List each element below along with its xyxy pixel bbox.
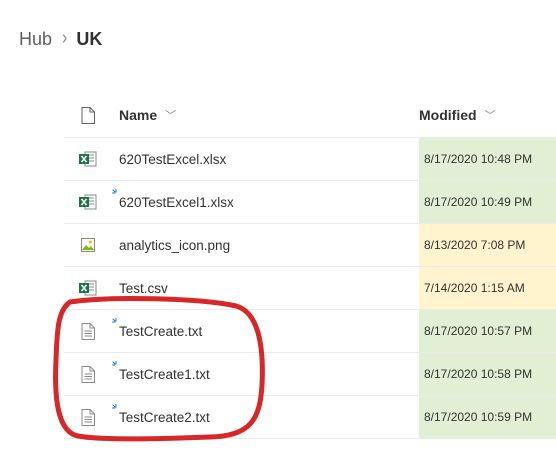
table-row[interactable]: analytics_icon.png 8/13/2020 7:08 PM xyxy=(64,224,556,267)
table-row[interactable]: 620TestExcel1.xlsx 8/17/2020 10:49 PM xyxy=(64,181,556,224)
image-icon xyxy=(78,224,98,266)
modified-date-cell: 8/13/2020 7:08 PM xyxy=(419,224,556,266)
new-item-indicator-icon xyxy=(112,360,117,365)
file-name-link[interactable]: Test.csv xyxy=(119,281,168,296)
excel-icon xyxy=(78,181,98,223)
table-row[interactable]: TestCreate1.txt 8/17/2020 10:58 PM xyxy=(64,353,556,396)
modified-column-label: Modified xyxy=(419,107,477,123)
modified-date-cell: 8/17/2020 10:59 PM xyxy=(419,396,556,438)
chevron-down-icon: ﹀ xyxy=(165,110,177,122)
file-name-link[interactable]: 620TestExcel.xlsx xyxy=(119,152,226,167)
breadcrumb-current: UK xyxy=(76,28,103,49)
excel-icon xyxy=(78,138,98,180)
file-name-link[interactable]: analytics_icon.png xyxy=(119,238,230,253)
excel-icon xyxy=(78,267,98,309)
document-icon xyxy=(81,106,95,124)
list-header: Name ﹀ Modified ﹀ xyxy=(64,93,556,138)
file-list: Name ﹀ Modified ﹀ 620TestExcel.xlsx 8/17/… xyxy=(64,93,556,439)
table-row[interactable]: TestCreate2.txt 8/17/2020 10:59 PM xyxy=(64,396,556,439)
breadcrumb-parent-link[interactable]: Hub xyxy=(19,29,52,50)
file-name-cell: Test.csv xyxy=(119,267,168,309)
file-name-cell: TestCreate.txt xyxy=(112,310,202,352)
new-item-indicator-icon xyxy=(112,317,117,322)
file-rows: 620TestExcel.xlsx 8/17/2020 10:48 PM 620Te… xyxy=(64,138,556,439)
breadcrumb: Hub › UK xyxy=(19,26,102,52)
file-name-link[interactable]: TestCreate1.txt xyxy=(112,360,210,382)
modified-date-cell: 8/17/2020 10:49 PM xyxy=(419,181,556,223)
modified-column-header[interactable]: Modified ﹀ xyxy=(419,93,556,137)
table-row[interactable]: 620TestExcel.xlsx 8/17/2020 10:48 PM xyxy=(64,138,556,181)
file-name-cell: 620TestExcel1.xlsx xyxy=(112,181,234,223)
table-row[interactable]: TestCreate.txt 8/17/2020 10:57 PM xyxy=(64,310,556,353)
text-file-icon xyxy=(78,310,98,352)
file-name-cell: 620TestExcel.xlsx xyxy=(119,138,226,180)
new-item-indicator-icon xyxy=(112,403,117,408)
file-name-cell: TestCreate1.txt xyxy=(112,353,210,395)
name-column-header[interactable]: Name ﹀ xyxy=(119,93,176,137)
table-row[interactable]: Test.csv 7/14/2020 1:15 AM xyxy=(64,267,556,310)
file-name-cell: TestCreate2.txt xyxy=(112,396,210,438)
modified-date-cell: 8/17/2020 10:58 PM xyxy=(419,353,556,395)
name-column-label: Name xyxy=(119,107,158,123)
text-file-icon xyxy=(78,353,98,395)
modified-date-cell: 7/14/2020 1:15 AM xyxy=(419,267,556,309)
file-type-column-header[interactable] xyxy=(78,93,98,137)
file-name-link[interactable]: 620TestExcel1.xlsx xyxy=(112,188,234,210)
new-item-indicator-icon xyxy=(112,188,117,193)
file-name-link[interactable]: TestCreate.txt xyxy=(112,317,202,339)
text-file-icon xyxy=(78,396,98,438)
chevron-down-icon: ﹀ xyxy=(484,110,496,122)
file-name-cell: analytics_icon.png xyxy=(119,224,230,266)
modified-date-cell: 8/17/2020 10:57 PM xyxy=(419,310,556,352)
chevron-right-icon: › xyxy=(62,27,68,49)
modified-date-cell: 8/17/2020 10:48 PM xyxy=(419,138,556,180)
file-name-link[interactable]: TestCreate2.txt xyxy=(112,403,210,425)
